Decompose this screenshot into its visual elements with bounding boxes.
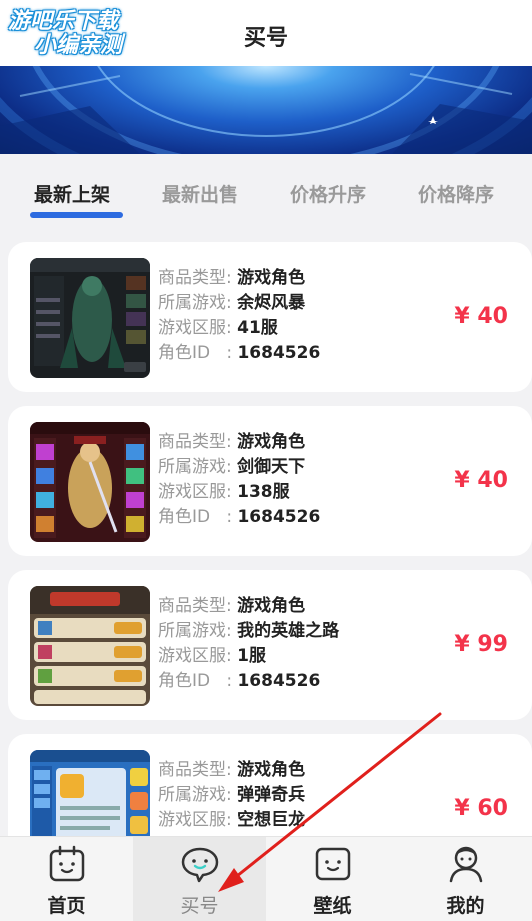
header-bar: 游吧乐下载 小编亲测 买号 — [0, 0, 532, 66]
label-server: 游戏区服 — [158, 810, 226, 830]
value-item-type: 游戏角色 — [237, 432, 306, 452]
person-icon — [449, 846, 483, 883]
active-tab-indicator — [30, 212, 123, 218]
label-server: 游戏区服 — [158, 318, 226, 338]
listing-thumbnail — [30, 750, 150, 836]
label-item-type: 商品类型 — [158, 432, 226, 452]
label-role-id: 角色ID — [158, 507, 211, 527]
value-role-id: 1684526 — [237, 507, 321, 527]
nav-label-buy-account: 买号 — [180, 895, 219, 917]
listing-card[interactable]: 商品类型: 游戏角色 所属游戏: 剑御天下 游戏区服: 138服 角色ID : … — [8, 406, 532, 556]
listing-thumbnail — [30, 258, 150, 378]
value-item-type: 游戏角色 — [237, 268, 306, 288]
value-item-type: 游戏角色 — [237, 596, 306, 616]
bottom-nav: 首页 买号 壁纸 我的 — [0, 836, 532, 921]
value-server: 空想巨龙 — [237, 810, 306, 830]
listing-card[interactable]: 商品类型: 游戏角色 所属游戏: 我的英雄之路 游戏区服: 1服 角色ID : … — [8, 570, 532, 720]
value-role-id: 1684526 — [237, 671, 321, 691]
value-server: 138服 — [237, 482, 290, 502]
label-game: 所属游戏 — [158, 621, 226, 641]
label-role-id: 角色ID — [158, 343, 211, 363]
home-face-icon — [49, 845, 85, 882]
tv-face-icon — [315, 847, 351, 881]
value-game: 弹弹奇兵 — [237, 785, 306, 805]
listing-info: 商品类型: 游戏角色 所属游戏: 弹弹奇兵 游戏区服: 空想巨龙 — [158, 760, 306, 830]
listing-info: 商品类型: 游戏角色 所属游戏: 我的英雄之路 游戏区服: 1服 角色ID : … — [158, 596, 340, 691]
nav-item-buy-account[interactable]: 买号 — [133, 837, 266, 921]
value-game: 剑御天下 — [237, 457, 306, 477]
listing-info: 商品类型: 游戏角色 所属游戏: 剑御天下 游戏区服: 138服 角色ID : … — [158, 432, 321, 527]
listing-price: ¥ 99 — [454, 632, 508, 657]
nav-item-wallpaper[interactable]: 壁纸 — [266, 837, 399, 921]
page-title: 买号 — [243, 26, 288, 51]
listing-thumbnail — [30, 422, 150, 542]
nav-item-profile[interactable]: 我的 — [399, 837, 532, 921]
listing-price: ¥ 40 — [454, 468, 508, 493]
label-server: 游戏区服 — [158, 482, 226, 502]
value-server: 41服 — [237, 318, 278, 338]
listing-card[interactable]: 商品类型: 游戏角色 所属游戏: 弹弹奇兵 游戏区服: 空想巨龙 ¥ 60 — [8, 734, 532, 836]
label-server: 游戏区服 — [158, 646, 226, 666]
label-item-type: 商品类型 — [158, 596, 226, 616]
label-item-type: 商品类型 — [158, 268, 226, 288]
label-role-id: 角色ID — [158, 671, 211, 691]
listing-info: 商品类型: 游戏角色 所属游戏: 余烬风暴 游戏区服: 41服 角色ID : 1… — [158, 268, 321, 363]
nav-label-wallpaper: 壁纸 — [313, 895, 352, 917]
label-game: 所属游戏 — [158, 785, 226, 805]
tab-newest-sold[interactable]: 最新出售 — [162, 180, 238, 207]
label-item-type: 商品类型 — [158, 760, 226, 780]
listing-price: ¥ 40 — [454, 304, 508, 329]
tab-price-descending[interactable]: 价格降序 — [418, 180, 494, 207]
value-game: 我的英雄之路 — [237, 621, 340, 641]
label-game: 所属游戏 — [158, 293, 226, 313]
promo-banner[interactable] — [0, 66, 532, 154]
tab-price-ascending[interactable]: 价格升序 — [290, 180, 366, 207]
listing-card[interactable]: 商品类型: 游戏角色 所属游戏: 余烬风暴 游戏区服: 41服 角色ID : 1… — [8, 242, 532, 392]
listing-price: ¥ 60 — [454, 796, 508, 821]
tab-newest-listed[interactable]: 最新上架 — [34, 180, 110, 207]
listing-list[interactable]: 商品类型: 游戏角色 所属游戏: 余烬风暴 游戏区服: 41服 角色ID : 1… — [0, 236, 532, 836]
nav-item-home[interactable]: 首页 — [0, 837, 133, 921]
value-server: 1服 — [237, 646, 266, 666]
chat-face-icon — [181, 847, 219, 883]
banner-art — [0, 66, 532, 154]
listing-thumbnail — [30, 586, 150, 706]
value-role-id: 1684526 — [237, 343, 321, 363]
value-game: 余烬风暴 — [237, 293, 306, 313]
nav-label-profile: 我的 — [446, 895, 485, 917]
nav-label-home: 首页 — [47, 895, 86, 917]
label-game: 所属游戏 — [158, 457, 226, 477]
value-item-type: 游戏角色 — [237, 760, 306, 780]
sort-tabs: 最新上架 最新出售 价格升序 价格降序 — [0, 154, 532, 230]
